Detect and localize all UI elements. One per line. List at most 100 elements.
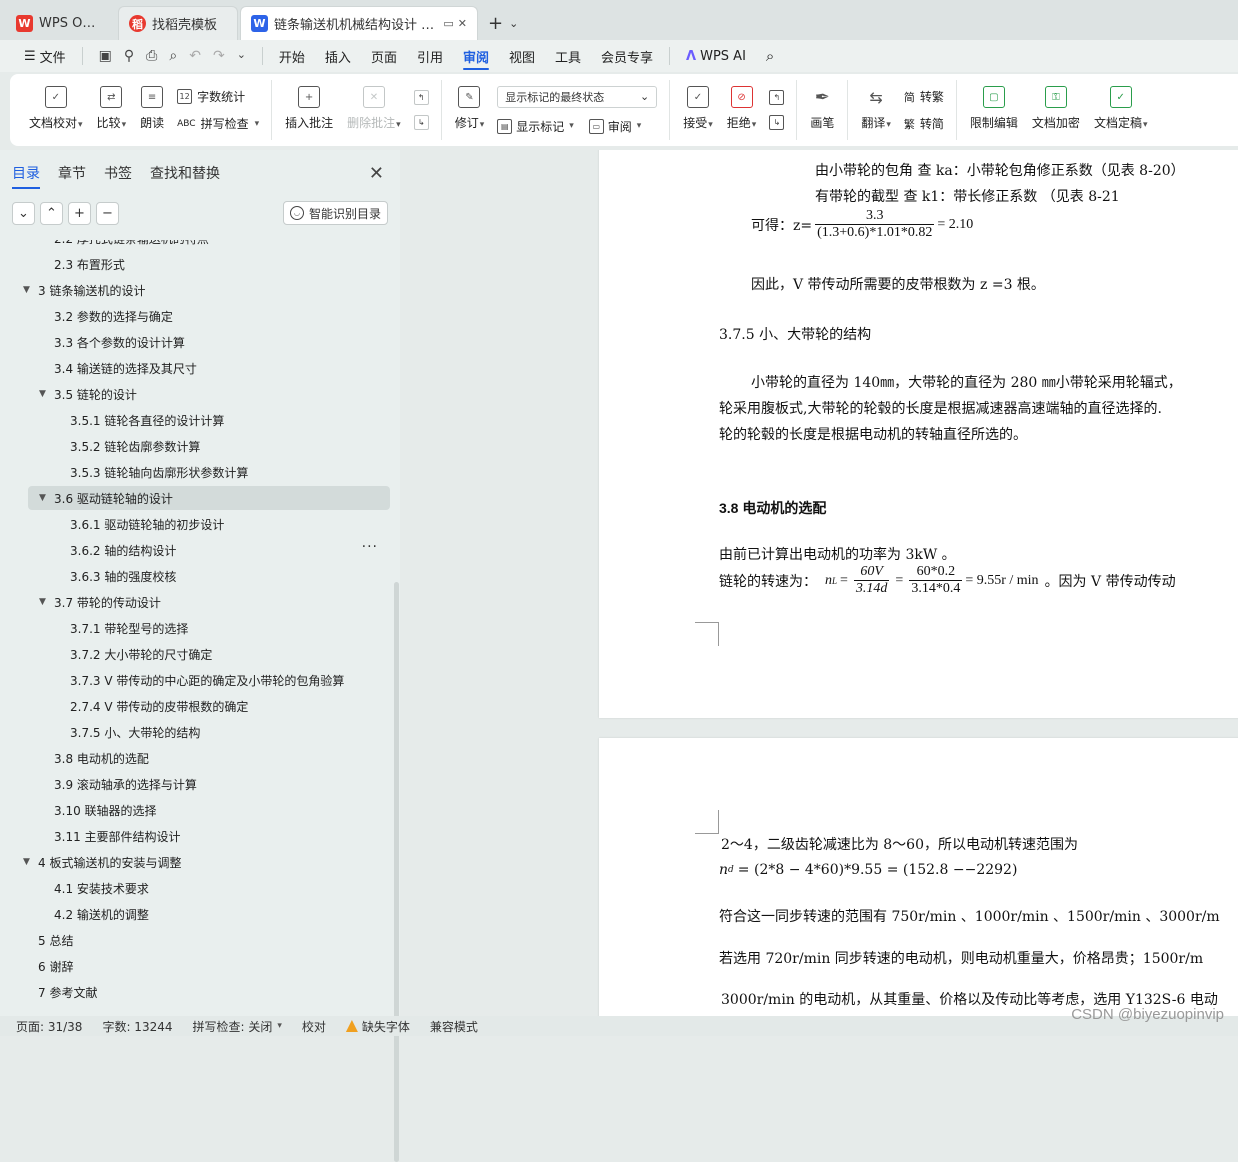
- markup-state-select[interactable]: 显示标记的最终状态 ⌄: [497, 85, 658, 108]
- menu-insert[interactable]: 插入: [315, 40, 361, 72]
- add-heading-button[interactable]: +: [68, 201, 91, 225]
- word-count-button[interactable]: 12 字数统计: [177, 88, 259, 105]
- track-changes-button[interactable]: ✎ 修订▾: [448, 82, 492, 138]
- tab-bookmarks[interactable]: 书签: [104, 159, 132, 187]
- remove-heading-button[interactable]: −: [96, 201, 119, 225]
- redo-icon[interactable]: ↷: [213, 48, 225, 64]
- toc-item[interactable]: ▼ 3 链条输送机的设计: [23, 278, 390, 302]
- proofread-status[interactable]: 校对: [302, 1018, 326, 1035]
- caret-down-icon[interactable]: ▼: [39, 389, 46, 399]
- missing-font-status[interactable]: 缺失字体: [345, 1018, 410, 1035]
- finalize-button[interactable]: ✓ 文档定稿▾: [1087, 82, 1155, 138]
- menu-view[interactable]: 视图: [499, 40, 545, 72]
- toc-item[interactable]: 6 谢辞: [28, 954, 390, 978]
- toc-item[interactable]: 3.6.1 驱动链轮轴的初步设计: [28, 512, 390, 536]
- toc-item[interactable]: 2.3 布置形式: [28, 252, 390, 276]
- to-simplified-button[interactable]: 繁 转简: [904, 115, 944, 132]
- tab-template[interactable]: 稻 找稻壳模板: [118, 6, 238, 40]
- read-aloud-button[interactable]: ≡ 朗读: [133, 82, 171, 138]
- reject-button[interactable]: ⊘ 拒绝▾: [720, 82, 764, 138]
- toc-item[interactable]: 3.5.3 链轮轴向齿廓形状参数计算: [28, 460, 390, 484]
- next-change-icon[interactable]: ↳: [769, 115, 785, 130]
- wps-ai-button[interactable]: ᐱ WPS AI: [676, 40, 756, 72]
- menu-page[interactable]: 页面: [361, 40, 407, 72]
- previous-comment-icon[interactable]: ↰: [413, 90, 429, 105]
- menu-member[interactable]: 会员专享: [591, 40, 663, 72]
- close-tab-icon[interactable]: ✕: [458, 17, 467, 30]
- toc-item[interactable]: 3.7.5 小、大带轮的结构: [28, 720, 390, 744]
- pen-button[interactable]: ✒ 画笔: [803, 82, 841, 138]
- spell-check-status[interactable]: 拼写检查: 关闭 ▾: [193, 1018, 282, 1035]
- more-options-icon[interactable]: ···: [362, 539, 378, 555]
- toc-item[interactable]: 3.3 各个参数的设计计算: [28, 330, 390, 354]
- close-icon[interactable]: ✕: [369, 163, 384, 184]
- toc-item[interactable]: 3.10 联轴器的选择: [28, 798, 390, 822]
- tab-toc[interactable]: 目录: [12, 159, 40, 189]
- insert-comment-button[interactable]: + 插入批注: [278, 82, 340, 138]
- file-menu[interactable]: ☰ 文件: [14, 40, 76, 72]
- caret-down-icon[interactable]: ▼: [23, 285, 30, 295]
- menu-references[interactable]: 引用: [407, 40, 453, 72]
- menu-tools[interactable]: 工具: [545, 40, 591, 72]
- chevron-down-icon[interactable]: ⌄: [237, 48, 246, 64]
- to-traditional-button[interactable]: 简 转繁: [904, 88, 944, 105]
- page-indicator[interactable]: 页面: 31/38: [16, 1018, 82, 1035]
- toc-item[interactable]: 3.8 电动机的选配: [28, 746, 390, 770]
- toc-item[interactable]: 7 参考文献: [28, 980, 390, 1004]
- toc-item[interactable]: 3.7.1 带轮型号的选择: [28, 616, 390, 640]
- toc-item[interactable]: 3.2 参数的选择与确定: [28, 304, 390, 328]
- print-icon[interactable]: ⎙: [146, 48, 157, 64]
- delete-comment-button[interactable]: ✕ 删除批注▾: [340, 82, 408, 138]
- tab-find-replace[interactable]: 查找和替换: [150, 159, 220, 187]
- toc-item[interactable]: 3.5.1 链轮各直径的设计计算: [28, 408, 390, 432]
- caret-down-icon[interactable]: ▼: [23, 857, 30, 867]
- menu-review[interactable]: 审阅: [453, 40, 499, 72]
- previous-change-icon[interactable]: ↰: [769, 90, 785, 105]
- new-tab-button[interactable]: + ⌄: [480, 6, 526, 40]
- toc-item[interactable]: 3.4 输送链的选择及其尺寸: [28, 356, 390, 380]
- tab-wps-office[interactable]: W WPS Office: [6, 6, 116, 40]
- toc-item[interactable]: ▼ 4 板式输送机的安装与调整: [23, 850, 390, 874]
- toc-item[interactable]: 2.2 厚托式链条输送机的特点: [28, 240, 390, 250]
- show-markup-button[interactable]: ▤ 显示标记 ▾: [497, 118, 574, 135]
- toc-item[interactable]: 5 总结: [28, 928, 390, 952]
- toc-item[interactable]: 3.7.2 大小带轮的尺寸确定: [28, 642, 390, 666]
- compare-button[interactable]: ⇄ 比较▾: [90, 82, 134, 138]
- smart-toc-button[interactable]: ◡ 智能识别目录: [282, 201, 388, 225]
- toc-item[interactable]: 3.5.2 链轮齿廓参数计算: [28, 434, 390, 458]
- toc-item[interactable]: 2.7.4 V 带传动的皮带根数的确定: [28, 694, 390, 718]
- print-preview-icon[interactable]: ⌕: [169, 48, 177, 64]
- restrict-edit-button[interactable]: ▢ 限制编辑: [963, 82, 1025, 138]
- review-pane-button[interactable]: ▭ 审阅 ▾: [588, 118, 641, 135]
- tab-chapters[interactable]: 章节: [58, 159, 86, 187]
- link-icon[interactable]: ⚲: [124, 48, 134, 64]
- toc-item[interactable]: 3.6.3 轴的强度校核: [28, 564, 390, 588]
- toc-item[interactable]: 4.2 输送机的调整: [28, 902, 390, 926]
- toc-item[interactable]: ▼ 3.5 链轮的设计: [28, 382, 390, 406]
- expand-down-button[interactable]: ⌄: [12, 201, 35, 225]
- menu-home[interactable]: 开始: [269, 40, 315, 72]
- sidebar-scrollbar[interactable]: [394, 582, 399, 1162]
- next-comment-icon[interactable]: ↳: [413, 115, 429, 130]
- toc-item[interactable]: 3.7.3 V 带传动的中心距的确定及小带轮的包角验算: [28, 668, 390, 692]
- toc-item[interactable]: ▼ 3.7 带轮的传动设计: [28, 590, 390, 614]
- doc-check-button[interactable]: ✓ 文档校对▾: [22, 82, 90, 138]
- monitor-icon[interactable]: ▭: [443, 17, 453, 30]
- toc-item[interactable]: ▼ 3.6 驱动链轮轴的设计: [28, 486, 390, 510]
- save-icon[interactable]: ▣: [99, 48, 112, 64]
- accept-button[interactable]: ✓ 接受▾: [676, 82, 720, 138]
- toc-item[interactable]: 3.11 主要部件结构设计: [28, 824, 390, 848]
- collapse-up-button[interactable]: ⌃: [40, 201, 63, 225]
- toc-item[interactable]: 3.9 滚动轴承的选择与计算: [28, 772, 390, 796]
- toc-item[interactable]: 4.1 安装技术要求: [28, 876, 390, 900]
- undo-icon[interactable]: ↶: [189, 48, 201, 64]
- tab-document[interactable]: W 链条输送机机械结构设计 说明 ▭ ✕: [240, 6, 478, 40]
- caret-down-icon[interactable]: ▼: [39, 493, 46, 503]
- spell-check-button[interactable]: ABC 拼写检查 ▾: [177, 115, 259, 132]
- toc-item[interactable]: 3.6.2 轴的结构设计 ···: [28, 538, 390, 562]
- word-count-status[interactable]: 字数: 13244: [102, 1018, 172, 1035]
- encrypt-button[interactable]: ⚿ 文档加密: [1025, 82, 1087, 138]
- caret-down-icon[interactable]: ▼: [39, 597, 46, 607]
- search-button[interactable]: ⌕: [756, 40, 784, 72]
- chevron-down-icon[interactable]: ⌄: [509, 17, 518, 30]
